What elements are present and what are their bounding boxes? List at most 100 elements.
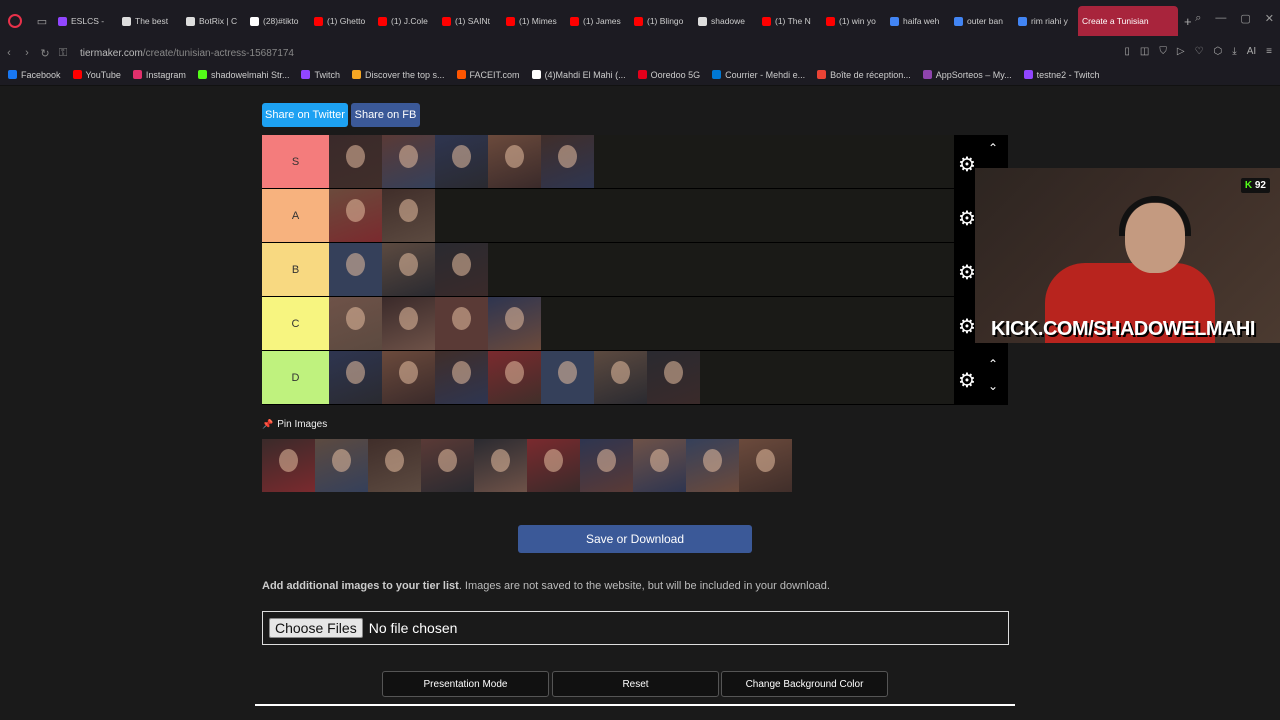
bookmark-item[interactable]: Boîte de réception... (817, 70, 911, 80)
site-info-icon[interactable]: ⚿ (54, 47, 72, 60)
menu-icon[interactable]: ≡ (1266, 46, 1272, 57)
browser-tab[interactable]: shadowe (694, 6, 758, 36)
gear-icon[interactable]: ⚙ (958, 206, 976, 231)
tier-image[interactable] (435, 135, 488, 188)
move-down-icon[interactable]: ⌄ (988, 379, 998, 393)
browser-tab[interactable]: (1) win yo (822, 6, 886, 36)
pool-image[interactable] (421, 439, 474, 492)
tier-label[interactable]: B (262, 243, 329, 296)
tier-image[interactable] (488, 297, 541, 350)
browser-tab[interactable]: The best (118, 6, 182, 36)
tier-image[interactable] (488, 135, 541, 188)
tier-image[interactable] (541, 135, 594, 188)
presentation-mode-button[interactable]: Presentation Mode (382, 671, 549, 697)
browser-tab[interactable]: (1) J.Cole (374, 6, 438, 36)
opera-logo-icon[interactable] (0, 6, 30, 36)
tier-label[interactable]: A (262, 189, 329, 242)
ai-icon[interactable]: AI (1247, 46, 1256, 57)
heart-icon[interactable]: ♡ (1195, 46, 1204, 57)
browser-tab[interactable]: (1) Blingo (630, 6, 694, 36)
tier-label[interactable]: C (262, 297, 329, 350)
tier-image[interactable] (382, 189, 435, 242)
move-up-icon[interactable]: ⌃ (988, 357, 998, 371)
bookmark-icon[interactable]: ▯ (1124, 46, 1130, 57)
tier-image[interactable] (329, 135, 382, 188)
tier-image[interactable] (435, 297, 488, 350)
close-window-icon[interactable]: ✕ (1265, 12, 1274, 25)
bookmark-item[interactable]: (4)Mahdi El Mahi (... (531, 70, 626, 80)
pool-image[interactable] (686, 439, 739, 492)
pool-image[interactable] (527, 439, 580, 492)
tab-overview-icon[interactable]: ▭ (30, 15, 54, 28)
pool-image[interactable] (474, 439, 527, 492)
extensions-icon[interactable]: ⬡ (1214, 46, 1223, 57)
browser-tab[interactable]: BotRix | C (182, 6, 246, 36)
bookmark-item[interactable]: FACEIT.com (456, 70, 520, 80)
new-tab-icon[interactable]: + (1184, 14, 1192, 29)
tier-label[interactable]: S (262, 135, 329, 188)
tier-image[interactable] (382, 243, 435, 296)
browser-tab[interactable]: (1) James (566, 6, 630, 36)
maximize-icon[interactable]: ▢ (1240, 12, 1250, 25)
shield-icon[interactable]: ⛉ (1159, 46, 1167, 57)
forward-icon[interactable]: › (18, 47, 36, 59)
tier-label[interactable]: D (262, 351, 329, 404)
gear-icon[interactable]: ⚙ (958, 152, 976, 177)
bookmark-item[interactable]: testne2 - Twitch (1023, 70, 1099, 80)
browser-tab[interactable]: (1) The N (758, 6, 822, 36)
browser-tab[interactable]: (1) Ghetto (310, 6, 374, 36)
pool-image[interactable] (580, 439, 633, 492)
browser-tab[interactable]: rim riahi y (1014, 6, 1078, 36)
reset-button[interactable]: Reset (552, 671, 719, 697)
bookmark-item[interactable]: shadowelmahi Str... (197, 70, 289, 80)
pool-image[interactable] (739, 439, 792, 492)
browser-tab[interactable]: haifa weh (886, 6, 950, 36)
active-tab[interactable]: Create a Tunisian (1078, 6, 1178, 36)
tier-image[interactable] (329, 297, 382, 350)
bookmark-item[interactable]: Discover the top s... (352, 70, 445, 80)
tier-image[interactable] (594, 351, 647, 404)
share-twitter-button[interactable]: Share on Twitter (262, 103, 348, 127)
tier-image[interactable] (382, 351, 435, 404)
pool-image[interactable] (262, 439, 315, 492)
url-field[interactable]: tiermaker.com/create/tunisian-actress-15… (80, 48, 294, 59)
browser-tab[interactable]: (28)#tikto (246, 6, 310, 36)
tier-image[interactable] (382, 297, 435, 350)
change-background-button[interactable]: Change Background Color (721, 671, 888, 697)
gear-icon[interactable]: ⚙ (958, 314, 976, 339)
file-input[interactable]: Choose Files No file chosen (262, 611, 1009, 645)
reload-icon[interactable]: ↻ (36, 47, 54, 60)
tier-image[interactable] (382, 135, 435, 188)
pool-image[interactable] (315, 439, 368, 492)
download-icon[interactable]: ⤓ (1232, 46, 1236, 57)
minimize-icon[interactable]: — (1215, 12, 1226, 25)
tier-image[interactable] (541, 351, 594, 404)
tier-image[interactable] (435, 243, 488, 296)
tier-image[interactable] (329, 243, 382, 296)
tier-image[interactable] (329, 351, 382, 404)
tier-image[interactable] (488, 351, 541, 404)
bookmark-item[interactable]: Ooredoo 5G (637, 70, 700, 80)
bookmark-item[interactable]: Instagram (132, 70, 186, 80)
share-facebook-button[interactable]: Share on FB (351, 103, 420, 127)
snapshot-icon[interactable]: ◫ (1140, 46, 1149, 57)
bookmark-item[interactable]: YouTube (72, 70, 121, 80)
bookmark-item[interactable]: Courrier - Mehdi e... (712, 70, 805, 80)
browser-tab[interactable]: (1) SAINt (438, 6, 502, 36)
tier-image[interactable] (329, 189, 382, 242)
tier-image[interactable] (647, 351, 700, 404)
browser-tab[interactable]: ESLCS - (54, 6, 118, 36)
pool-image[interactable] (368, 439, 421, 492)
gear-icon[interactable]: ⚙ (958, 260, 976, 285)
browser-tab[interactable]: (1) Mimes (502, 6, 566, 36)
gear-icon[interactable]: ⚙ (958, 368, 976, 393)
move-up-icon[interactable]: ⌃ (988, 141, 998, 155)
tier-image[interactable] (435, 351, 488, 404)
bookmark-item[interactable]: Twitch (301, 70, 340, 80)
play-icon[interactable]: ▷ (1177, 46, 1185, 57)
choose-files-button[interactable]: Choose Files (269, 618, 363, 638)
pool-image[interactable] (633, 439, 686, 492)
search-tabs-icon[interactable]: ⌕ (1195, 12, 1201, 25)
bookmark-item[interactable]: AppSorteos – My... (922, 70, 1012, 80)
bookmark-item[interactable]: Facebook (8, 70, 61, 80)
